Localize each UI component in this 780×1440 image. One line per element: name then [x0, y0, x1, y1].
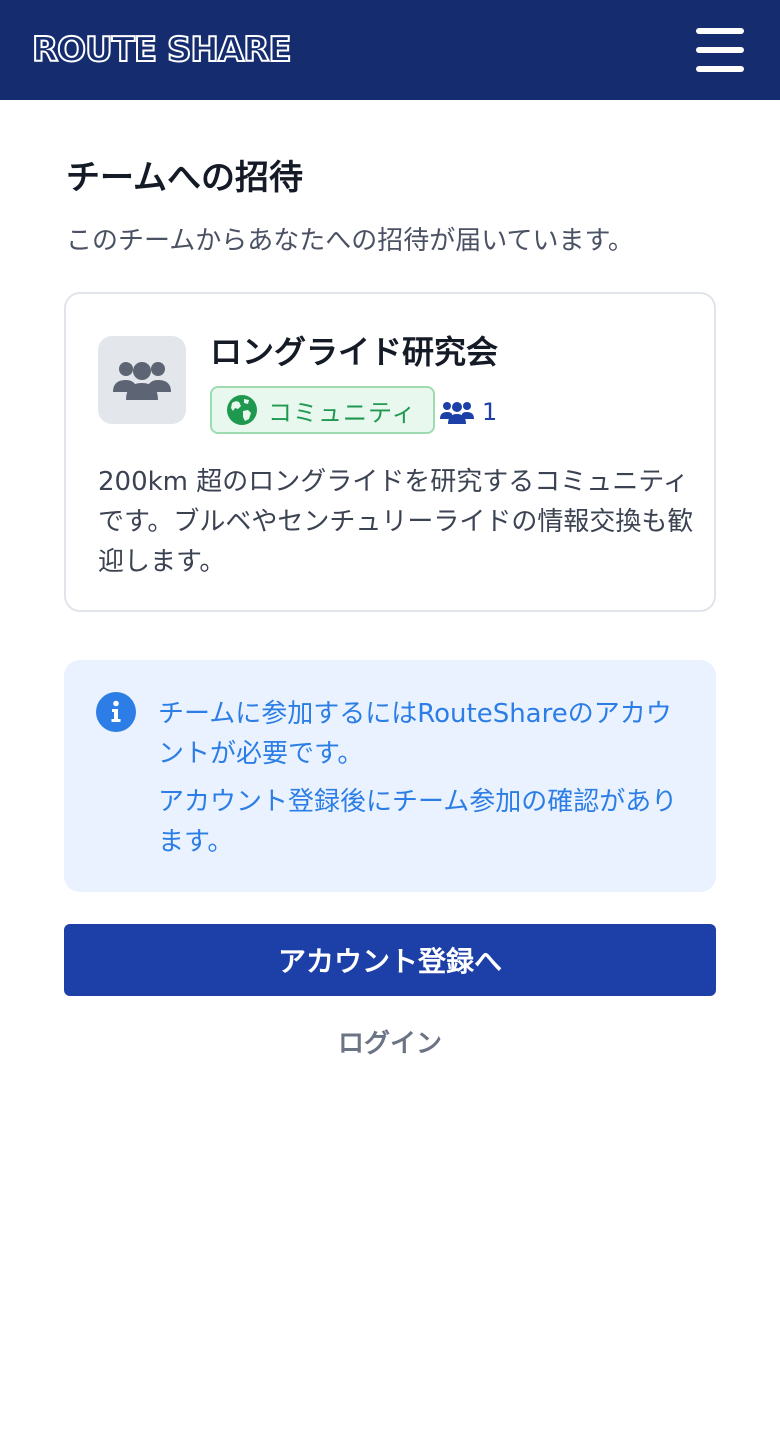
- team-description: 200km 超のロングライドを研究するコミュニティです。ブルベやセンチュリーライ…: [98, 467, 694, 577]
- team-type-label: コミュニティ: [268, 398, 417, 427]
- group-icon: [113, 362, 171, 400]
- team-card: ロングライド研究会 コミュニティ 1 200km 超のロングライドを研究するコミ…: [64, 292, 716, 612]
- page-subtitle: このチームからあなたへの招待が届いています。: [66, 226, 634, 256]
- info-text: チームに参加するにはRouteShareのアカウントが必要です。 アカウント登録…: [158, 694, 686, 862]
- page-title: チームへの招待: [66, 158, 303, 198]
- team-type-badge: コミュニティ: [210, 386, 435, 434]
- team-name: ロングライド研究会: [210, 333, 499, 371]
- app-header: ROUTE SHARE: [0, 0, 780, 100]
- register-account-button[interactable]: アカウント登録へ: [64, 924, 716, 996]
- members-icon: [440, 402, 474, 424]
- info-icon: [96, 692, 136, 732]
- info-line-confirmation: アカウント登録後にチーム参加の確認があります。: [158, 787, 678, 857]
- team-avatar: [98, 336, 186, 424]
- info-line-account-required: チームに参加するにはRouteShareのアカウントが必要です。: [158, 699, 672, 769]
- app-logo[interactable]: ROUTE SHARE: [31, 28, 293, 72]
- member-count: 1: [440, 394, 497, 430]
- globe-icon: [227, 395, 257, 425]
- member-count-value: 1: [482, 398, 498, 426]
- hamburger-menu-icon[interactable]: [690, 24, 750, 76]
- info-notice: チームに参加するにはRouteShareのアカウントが必要です。 アカウント登録…: [64, 660, 716, 892]
- login-link[interactable]: ログイン: [0, 1024, 780, 1064]
